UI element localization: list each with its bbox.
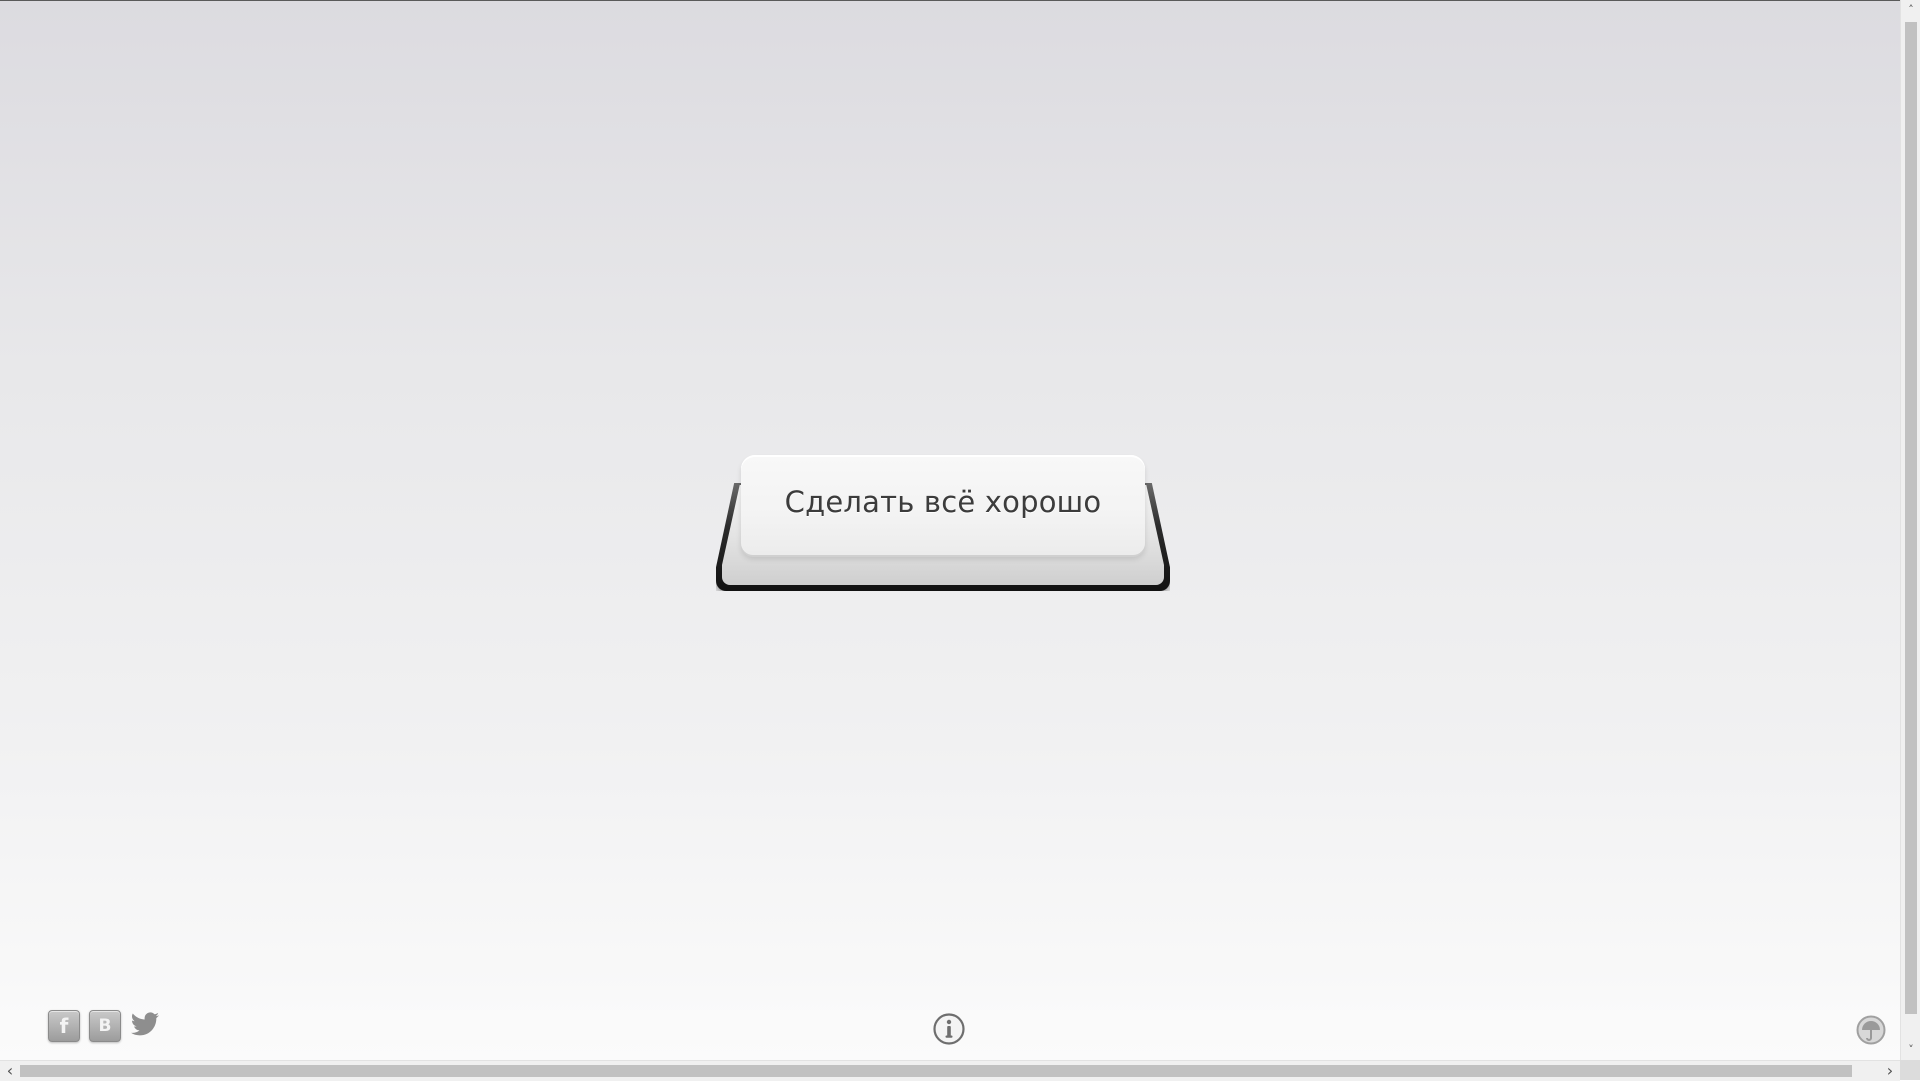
facebook-share-button[interactable]: f <box>48 1010 80 1042</box>
vertical-scrollbar[interactable]: ˄ ˅ <box>1900 0 1920 1060</box>
main-button-label: Сделать всё хорошо <box>784 485 1102 519</box>
scroll-right-arrow[interactable]: › <box>1880 1061 1900 1081</box>
umbrella-circle-icon <box>1856 1015 1886 1045</box>
scrollbar-corner <box>1900 1060 1920 1080</box>
info-icon <box>933 1013 965 1045</box>
facebook-icon: f <box>48 1010 80 1042</box>
horizontal-scrollbar[interactable]: ‹ › <box>0 1060 1900 1081</box>
twitter-bird-icon <box>130 1012 159 1036</box>
scroll-up-arrow[interactable]: ˄ <box>1901 0 1920 20</box>
vertical-scroll-thumb[interactable] <box>1905 22 1917 1014</box>
scroll-down-arrow[interactable]: ˅ <box>1901 1040 1920 1060</box>
page-viewport: Сделать всё хорошо f B <box>0 0 1900 1060</box>
vk-share-button[interactable]: B <box>89 1010 121 1042</box>
top-border <box>0 0 1900 1</box>
info-button[interactable] <box>933 1013 965 1045</box>
horizontal-scroll-thumb[interactable] <box>20 1065 1852 1077</box>
scroll-left-arrow[interactable]: ‹ <box>0 1061 20 1081</box>
twitter-share-button[interactable] <box>130 1012 162 1044</box>
corner-menu-button[interactable] <box>1856 1015 1886 1045</box>
make-everything-good-button[interactable]: Сделать всё хорошо <box>741 455 1145 555</box>
main-button-assembly[interactable]: Сделать всё хорошо <box>716 455 1170 593</box>
vk-icon: B <box>89 1010 121 1042</box>
